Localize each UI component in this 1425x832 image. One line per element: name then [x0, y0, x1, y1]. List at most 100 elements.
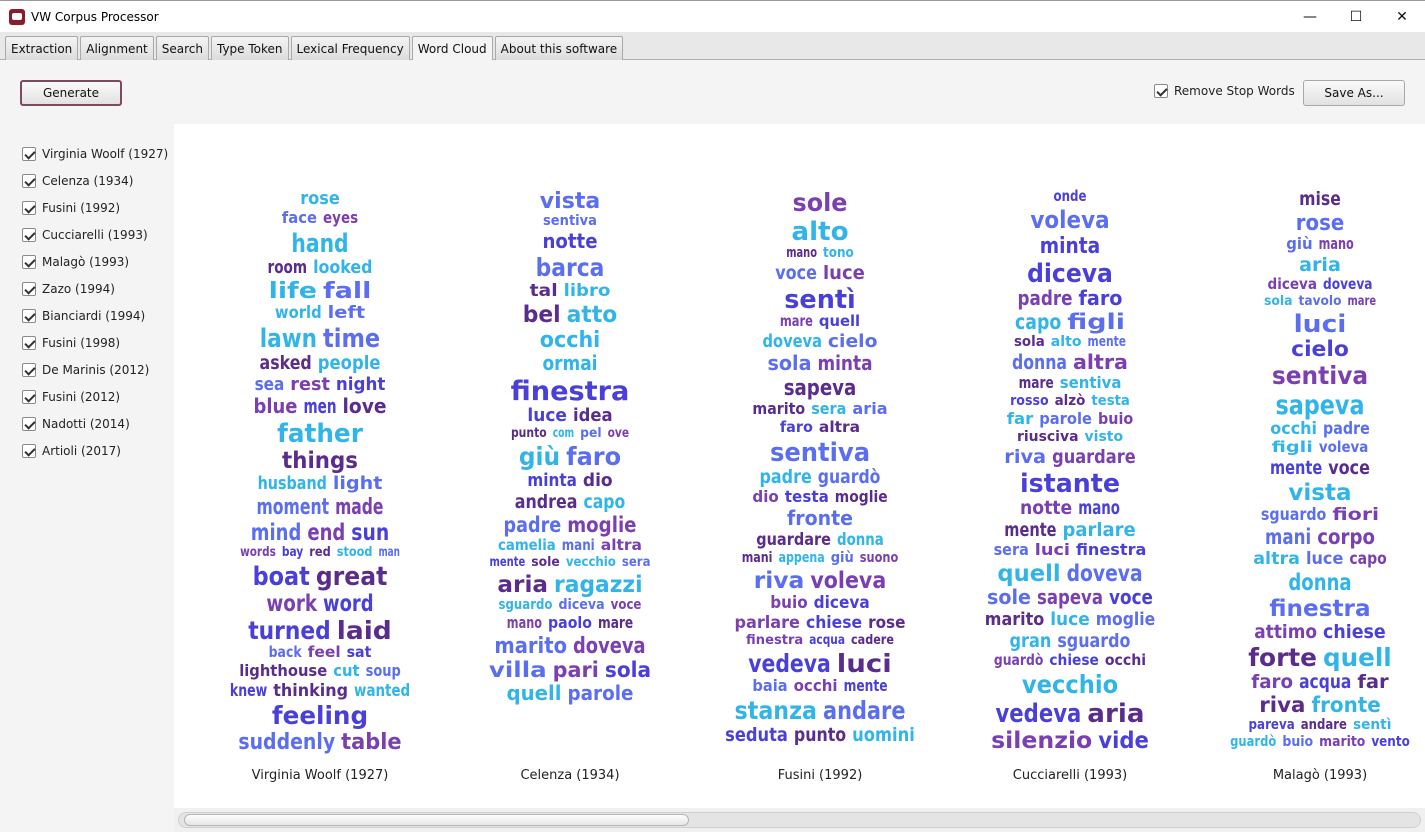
- cloud-word: sapeva: [1037, 585, 1103, 609]
- corpus-checkbox[interactable]: [22, 228, 36, 242]
- cloud-word: voce: [1109, 585, 1153, 609]
- cloud-word: uomini: [852, 724, 915, 746]
- corpus-label: Fusini (2012): [42, 390, 121, 404]
- cloud-word: quell: [1323, 643, 1392, 672]
- corpus-item[interactable]: Nadotti (2014): [22, 417, 130, 431]
- corpus-item[interactable]: Fusini (2012): [22, 390, 120, 404]
- cloud-word: rose: [868, 613, 905, 633]
- corpus-item[interactable]: Cucciarelli (1993): [22, 228, 148, 242]
- cloud-word: sapeva: [784, 376, 857, 401]
- corpus-item[interactable]: Fusini (1992): [22, 201, 120, 215]
- cloud-word: sole: [793, 188, 848, 217]
- corpus-item[interactable]: De Marinis (2012): [22, 363, 149, 377]
- corpus-item[interactable]: Celenza (1934): [22, 174, 133, 188]
- cloud-word: giù: [519, 442, 560, 471]
- cloud-word: pari: [553, 658, 599, 682]
- tab-alignment[interactable]: Alignment: [80, 36, 154, 60]
- corpus-item[interactable]: Fusini (1998): [22, 336, 120, 350]
- cloud-word: vecchio: [566, 555, 616, 570]
- corpus-checkbox[interactable]: [22, 282, 36, 296]
- cloud-word: stanza: [735, 696, 818, 725]
- tab-lexical-frequency[interactable]: Lexical Frequency: [290, 36, 410, 60]
- corpus-item[interactable]: Bianciardi (1994): [22, 309, 145, 323]
- corpus-item[interactable]: Artioli (2017): [22, 444, 121, 458]
- cloud-word: voce: [775, 262, 817, 284]
- cloud-word: sun: [351, 520, 389, 546]
- tab-search[interactable]: Search: [155, 36, 209, 60]
- corpus-checkbox[interactable]: [22, 174, 36, 188]
- cloud-word: sola: [1264, 294, 1293, 309]
- tab-extraction[interactable]: Extraction: [5, 36, 79, 60]
- corpus-checkbox[interactable]: [22, 390, 36, 404]
- cloud-word: donna: [1012, 350, 1067, 374]
- cloud-word: soup: [366, 661, 401, 680]
- tab-about[interactable]: About this software: [494, 36, 624, 60]
- cloud-word: notte: [543, 229, 598, 253]
- cloud-word: mente: [490, 555, 526, 570]
- cloud-word: guardare: [1052, 446, 1136, 468]
- cloud-word: altra: [819, 418, 860, 436]
- cloud-word: occhi: [540, 328, 601, 353]
- corpus-item[interactable]: Zazo (1994): [22, 282, 115, 296]
- cloud-word: com: [553, 426, 574, 441]
- corpus-checkbox[interactable]: [22, 147, 36, 161]
- corpus-checkbox[interactable]: [22, 417, 36, 431]
- corpus-label: Cucciarelli (1993): [42, 228, 148, 242]
- tab-word-cloud[interactable]: Word Cloud: [411, 36, 493, 61]
- cloud-word: donna: [837, 530, 884, 550]
- corpus-checkbox[interactable]: [22, 363, 36, 377]
- cloud-word: sat: [347, 643, 372, 661]
- cloud-word: sguardo: [499, 597, 553, 613]
- cloud-word: vista: [540, 189, 601, 214]
- cloud-word: parole: [1039, 409, 1092, 428]
- cloud-word: figli: [1067, 310, 1125, 334]
- corpus-label: Malagò (1993): [42, 255, 130, 269]
- corpus-checkbox[interactable]: [22, 336, 36, 350]
- close-icon[interactable]: ✕: [1379, 1, 1425, 32]
- cloud-word: vecchio: [1022, 670, 1118, 699]
- cloud-word: alto: [791, 217, 848, 247]
- cloud-word: altra: [1253, 549, 1300, 569]
- cloud-word: istante: [1020, 469, 1120, 499]
- corpus-item[interactable]: Virginia Woolf (1927): [22, 147, 168, 161]
- corpus-checkbox[interactable]: [22, 309, 36, 323]
- cloud-word: mente: [1004, 519, 1056, 541]
- cloud-word: onde: [1054, 187, 1087, 205]
- cloud-word: life: [269, 279, 317, 304]
- cloud-word: faro: [566, 442, 621, 471]
- remove-stop-words-toggle[interactable]: Remove Stop Words: [1154, 84, 1295, 98]
- maximize-icon[interactable]: ☐: [1333, 1, 1379, 32]
- cloud-word: donna: [1288, 570, 1351, 596]
- corpus-checkbox[interactable]: [22, 444, 36, 458]
- cloud-word: barca: [536, 253, 605, 282]
- stop-words-checkbox[interactable]: [1154, 84, 1168, 98]
- minimize-icon[interactable]: —: [1287, 1, 1333, 32]
- corpus-checkbox[interactable]: [22, 201, 36, 215]
- cloud-word: riusciva: [1017, 429, 1079, 445]
- cloud-word: suono: [860, 550, 899, 566]
- tab-type-token[interactable]: Type Token: [210, 36, 289, 60]
- cloud-word: red: [309, 545, 330, 560]
- cloud-caption: Celenza (1934): [520, 768, 620, 783]
- cloud-word: villa: [489, 658, 547, 682]
- cloud-word: sola: [1014, 334, 1045, 350]
- cloud-word: fronte: [1311, 693, 1380, 717]
- cloud-word: gran: [1010, 630, 1052, 652]
- save-as-button[interactable]: Save As...: [1303, 80, 1405, 106]
- cloud-word: sentiva: [1060, 373, 1122, 392]
- cloud-word: dio: [752, 487, 778, 506]
- cloud-word: ragazzi: [554, 572, 643, 598]
- cloud-word: ove: [608, 426, 630, 441]
- corpus-checkbox[interactable]: [22, 255, 36, 269]
- cloud-word: acqua: [1299, 671, 1351, 693]
- cloud-word: testa: [785, 487, 829, 506]
- horizontal-scrollbar[interactable]: [174, 808, 1425, 832]
- cloud-word: buio: [1098, 409, 1133, 428]
- generate-button[interactable]: Generate: [20, 80, 122, 106]
- cloud-word: voleva: [1030, 206, 1109, 234]
- cloud-word: stood: [337, 545, 373, 560]
- cloud-word: parlare: [735, 613, 800, 633]
- cloud-word: rest: [290, 374, 330, 395]
- corpus-item[interactable]: Malagò (1993): [22, 255, 129, 269]
- scrollbar-thumb[interactable]: [184, 814, 689, 826]
